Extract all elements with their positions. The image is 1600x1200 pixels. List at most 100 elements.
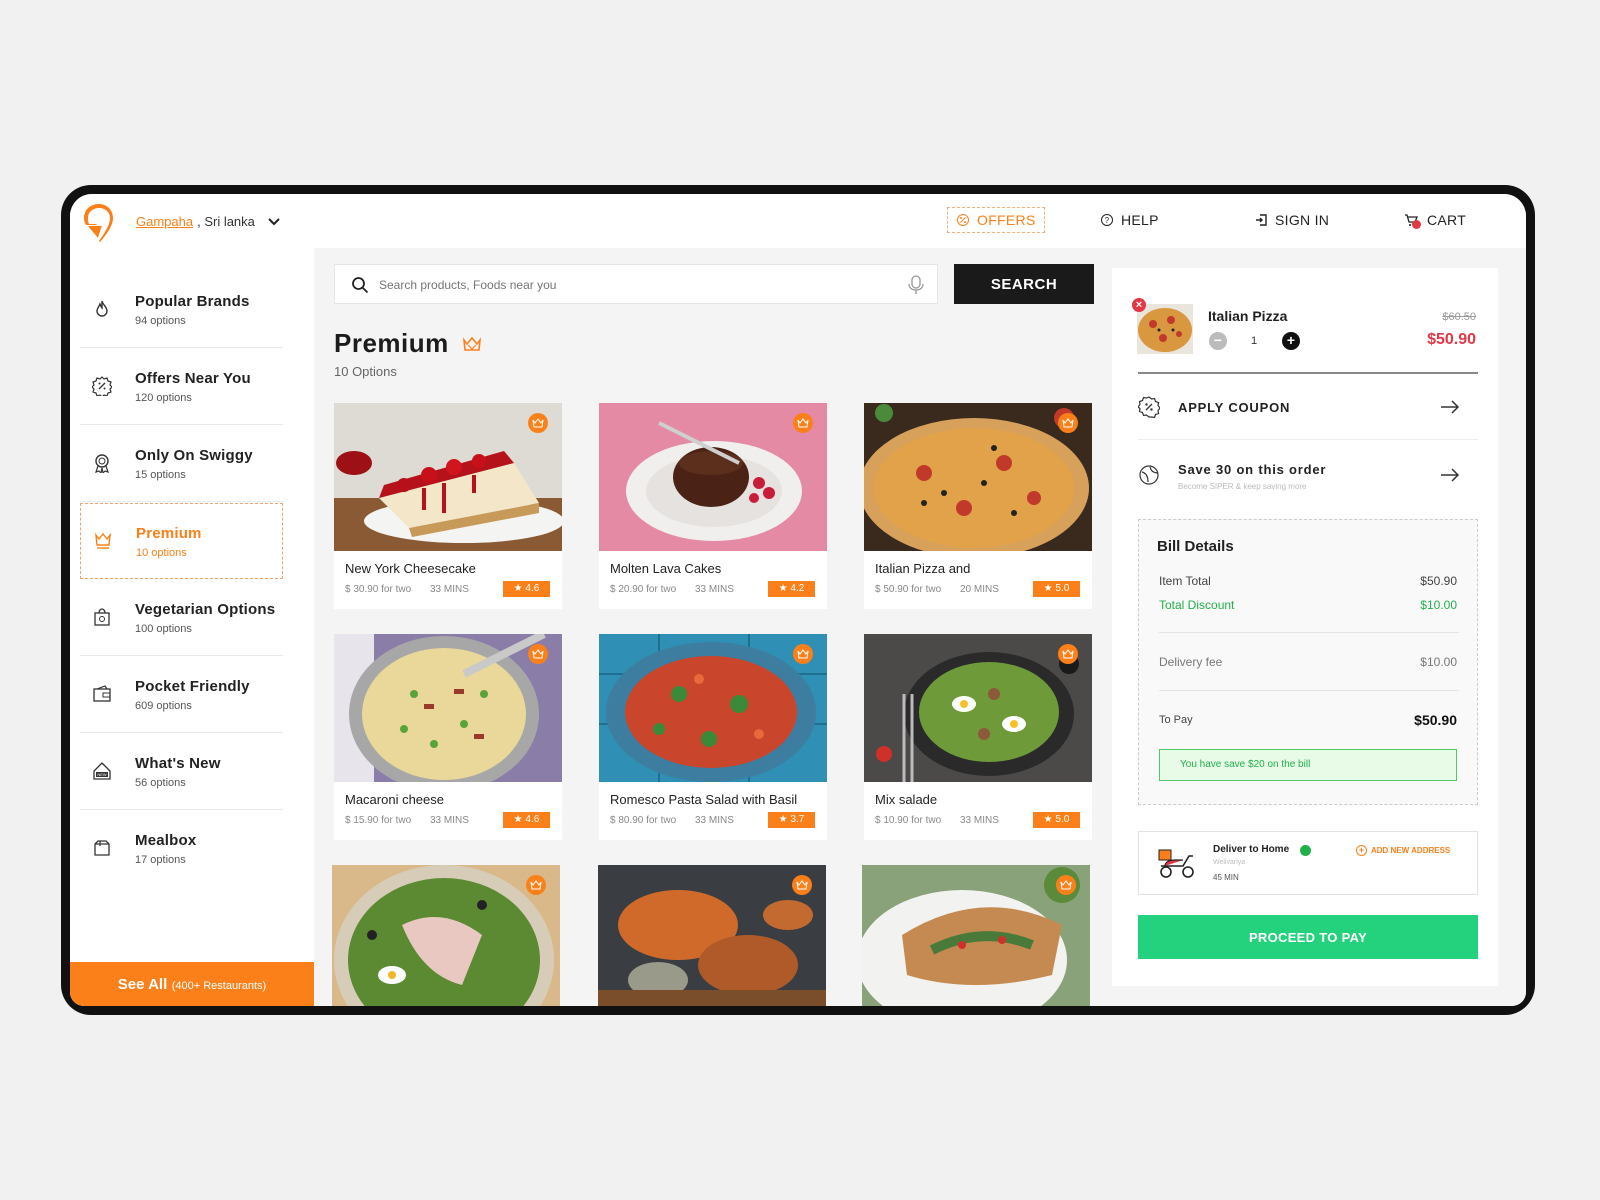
food-card[interactable]: Macaroni cheese $ 15.90 for two 33 MINS … [334,634,562,840]
search-box[interactable] [334,264,938,304]
food-name: Italian Pizza and [875,561,971,576]
food-card[interactable] [598,865,826,1006]
premium-icon [462,336,482,351]
delivery-fee-value: $10.00 [1420,655,1457,669]
arrow-right-icon[interactable] [1440,467,1460,483]
category-sidebar: Popular Brands 94 options Offers Near Yo… [70,248,314,1006]
premium-badge-icon [1058,413,1078,433]
location-selector[interactable]: Gampaha , Sri lanka [136,214,281,229]
arrow-right-icon[interactable] [1440,399,1460,415]
sidebar-item-whats-new[interactable]: NEW What's New 56 options [80,734,283,810]
sidebar-item-title: Popular Brands [135,293,250,310]
sidebar-item-count: 609 options [135,700,192,712]
food-card[interactable]: Mix salade $ 10.90 for two 33 MINS ★ 5.0 [864,634,1092,840]
app-screen: Gampaha , Sri lanka OFFERS ? HELP SIGN I… [70,194,1526,1006]
sidebar-item-count: 100 options [135,623,192,635]
nav-offers[interactable]: OFFERS [947,207,1045,233]
food-card[interactable] [862,865,1090,1006]
super-badge-icon [1139,465,1159,485]
premium-badge-icon [528,644,548,664]
sidebar-item-title: What's New [135,755,221,772]
sidebar-item-count: 17 options [135,854,186,866]
premium-badge-icon [793,644,813,664]
food-card[interactable]: Romesco Pasta Salad with Basil $ 80.90 f… [599,634,827,840]
decrease-quantity-button[interactable]: − [1209,332,1227,350]
food-card[interactable]: Molten Lava Cakes $ 20.90 for two 33 MIN… [599,403,827,609]
device-frame: Gampaha , Sri lanka OFFERS ? HELP SIGN I… [61,185,1535,1015]
food-time: 33 MINS [695,584,734,595]
sidebar-item-count: 56 options [135,777,186,789]
rating-value: 5.0 [1055,583,1070,594]
to-pay-value: $50.90 [1414,712,1457,728]
total-discount-label: Total Discount [1159,598,1235,612]
premium-badge-icon [526,875,546,895]
swiggy-logo[interactable] [82,203,116,243]
verified-check-icon [1300,845,1311,856]
food-price: $ 30.90 for two [345,584,412,595]
nav-help[interactable]: ? HELP [1100,212,1159,228]
premium-badge-icon [528,413,548,433]
food-card[interactable]: Italian Pizza and $ 50.90 for two 20 MIN… [864,403,1092,609]
location-country: , Sri lanka [197,214,255,229]
rating-value: 5.0 [1055,814,1070,825]
save-on-order-row[interactable]: Save 30 on this order Become SIPER & kee… [1138,442,1478,508]
premium-badge-icon [1058,644,1078,664]
proceed-to-pay-button[interactable]: PROCEED TO PAY [1138,915,1478,959]
microphone-icon[interactable] [907,275,925,295]
nav-offers-label: OFFERS [977,212,1036,228]
nav-sign-in[interactable]: SIGN IN [1254,212,1329,228]
cart-panel: × Italian Pizza − 1 + $60.50 $50.90 APPL… [1110,248,1526,1006]
food-card[interactable]: New York Cheesecake $ 30.90 for two 33 M… [334,403,562,609]
sidebar-item-popular-brands[interactable]: Popular Brands 94 options [80,272,283,348]
apply-coupon-row[interactable]: APPLY COUPON [1138,374,1478,440]
remove-item-button[interactable]: × [1132,298,1146,312]
add-new-address-link[interactable]: + ADD NEW ADDRESS [1356,845,1450,856]
sidebar-item-premium[interactable]: Premium 10 options [80,503,283,579]
search-input[interactable] [379,274,879,296]
food-time: 33 MINS [430,584,469,595]
svg-text:?: ? [1105,216,1110,225]
sidebar-item-title: Only On Swiggy [135,447,253,464]
nav-cart[interactable]: CART [1404,212,1466,229]
delivery-address-card[interactable]: Deliver to Home Welivariya 45 MIN + ADD N… [1138,831,1478,895]
sidebar-item-pocket-friendly[interactable]: Pocket Friendly 609 options [80,657,283,733]
sidebar-item-offers-near-you[interactable]: Offers Near You 120 options [80,349,283,425]
deliver-location: Welivariya [1213,859,1246,866]
page-title: Premium [334,328,449,358]
increase-quantity-button[interactable]: + [1282,332,1300,350]
cart-item-original-price: $60.50 [1442,311,1476,323]
see-all-label: See All [117,976,168,993]
savings-note: You have save $20 on the bill [1159,749,1457,781]
delivery-fee-label: Delivery fee [1159,655,1223,669]
page-subtitle: 10 Options [334,364,397,379]
premium-icon [95,532,111,549]
flame-icon [96,300,108,317]
cart-item-quantity: 1 [1251,335,1258,347]
location-city[interactable]: Gampaha [136,214,193,229]
sidebar-item-vegetarian-options[interactable]: Vegetarian Options 100 options [80,580,283,656]
divider [1159,632,1459,633]
rating-badge: ★ 4.2 [768,581,815,597]
food-card[interactable] [332,865,560,1006]
sidebar-item-only-on-swiggy[interactable]: Only On Swiggy 15 options [80,426,283,502]
sidebar-item-count: 120 options [135,392,192,404]
see-all-button[interactable]: See All (400+ Restaurants) [70,962,314,1006]
scooter-icon [1158,849,1194,878]
top-bar: Gampaha , Sri lanka OFFERS ? HELP SIGN I… [70,194,1526,248]
premium-badge-icon [1056,875,1076,895]
chevron-down-icon[interactable] [267,215,281,229]
svg-text:NEW: NEW [97,772,107,777]
food-name: Mix salade [875,792,938,807]
search-button[interactable]: SEARCH [954,264,1094,304]
food-price: $ 50.90 for two [875,584,942,595]
sidebar-item-title: Premium [136,525,202,542]
sidebar-item-mealbox[interactable]: Mealbox 17 options [80,811,283,887]
nav-help-label: HELP [1121,212,1159,228]
search-icon [352,277,369,294]
offer-icon [957,214,969,226]
veg-icon [94,608,110,626]
rating-value: 4.2 [790,583,805,594]
total-discount-value: $10.00 [1420,598,1457,612]
food-price: $ 20.90 for two [610,584,677,595]
plus-icon: + [1356,845,1367,856]
